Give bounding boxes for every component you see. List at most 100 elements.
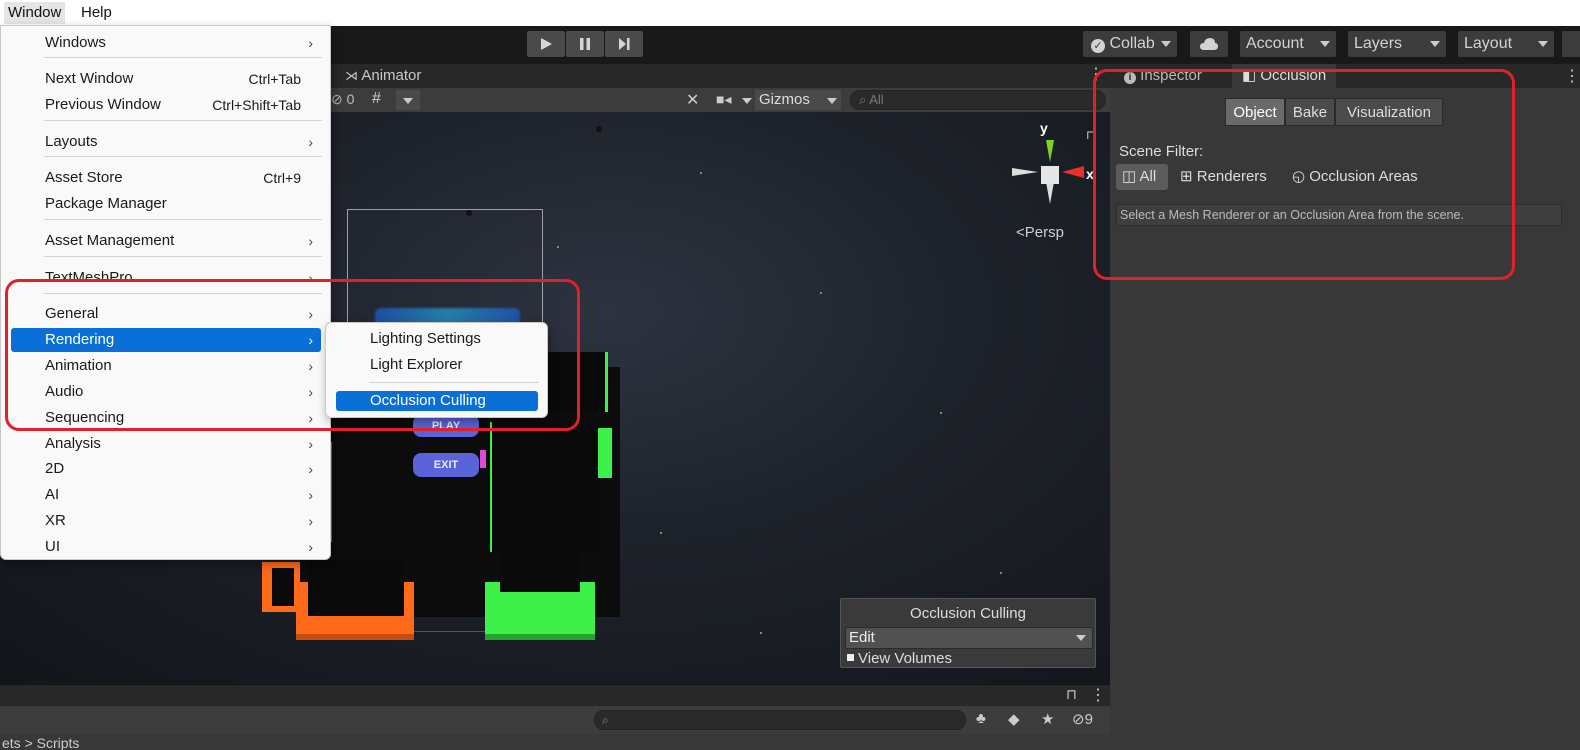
menu-item-label: Analysis [45, 435, 101, 452]
step-button[interactable] [605, 31, 643, 57]
menu-item-textmeshpro[interactable]: TextMeshPro › [11, 266, 321, 280]
occlusion-area-icon: ◵ [1292, 168, 1306, 185]
persp-toggle[interactable]: <Persp [1016, 224, 1064, 241]
project-tab-bar: ⊓ ⋮ [0, 684, 1110, 706]
more-options-icon[interactable]: ⋮ [1088, 66, 1104, 84]
more-options-icon[interactable]: ⋮ [1564, 66, 1580, 86]
segment-bake[interactable]: Bake [1285, 98, 1335, 126]
menu-item-ui[interactable]: UI › [11, 535, 321, 559]
hidden-packages-toggle[interactable]: ⊘9 [1072, 710, 1093, 728]
play-button[interactable] [527, 31, 565, 57]
filter-by-type-icon[interactable]: ♣ [976, 710, 986, 727]
star [820, 292, 822, 294]
chevron-right-icon: › [308, 384, 313, 400]
menu-item-label: 2D [45, 460, 65, 477]
filter-all-button[interactable]: ◫ All [1116, 164, 1168, 190]
overlay-title: Occlusion Culling [910, 605, 1026, 622]
menu-item-animation[interactable]: Animation › [11, 354, 321, 378]
menu-item-label: Asset Store [45, 169, 123, 186]
chevron-right-icon: › [308, 134, 313, 150]
grid-icon[interactable]: # [372, 90, 381, 108]
star [700, 172, 702, 174]
pause-button[interactable] [566, 31, 604, 57]
more-options-icon[interactable]: ⋮ [1090, 685, 1106, 705]
animator-icon: ⋊ [345, 68, 358, 83]
menu-item-package-manager[interactable]: Package Manager [11, 192, 321, 216]
menu-item-layouts[interactable]: Layouts › [11, 130, 321, 154]
camera-dropdown[interactable] [740, 90, 754, 110]
submenu-item-light-explorer[interactable]: Light Explorer [336, 355, 538, 375]
breadcrumb[interactable]: ets > Scripts [2, 736, 79, 750]
layers-dropdown[interactable]: Layers [1348, 31, 1446, 57]
tools-icon[interactable]: ✕ [686, 90, 699, 110]
search-placeholder: All [869, 92, 884, 107]
menu-item-asset-store[interactable]: Asset Store Ctrl+9 [11, 166, 321, 190]
chevron-right-icon: › [308, 270, 313, 280]
rendering-submenu: Lighting Settings Light Explorer Occlusi… [325, 322, 548, 418]
menu-item-analysis[interactable]: Analysis › [11, 432, 321, 456]
menu-help[interactable]: Help [77, 4, 116, 21]
separator [44, 120, 322, 121]
separator [44, 57, 322, 58]
chevron-right-icon: › [308, 436, 313, 452]
scene-object [596, 126, 602, 132]
menu-item-label: TextMeshPro [45, 269, 133, 280]
star [557, 246, 559, 248]
tab-occlusion[interactable]: ◧ Occlusion [1232, 64, 1337, 88]
collab-button[interactable]: ✓ Collab [1083, 31, 1177, 57]
menu-item-ai[interactable]: AI › [11, 483, 321, 507]
chevron-down-icon [1320, 41, 1330, 47]
menu-item-xr[interactable]: XR › [11, 509, 321, 533]
hidden-packages-count: 9 [1084, 711, 1093, 728]
lock-icon[interactable]: ⊓ [1086, 128, 1095, 142]
project-search-input[interactable]: ⌕ [594, 710, 966, 730]
menu-item-label: Package Manager [45, 195, 167, 212]
grid-dropdown[interactable] [396, 90, 420, 110]
favorites-star-icon[interactable]: ★ [1041, 710, 1054, 728]
submenu-item-lighting-settings[interactable]: Lighting Settings [336, 329, 538, 349]
menu-item-windows[interactable]: Windows › [11, 31, 321, 55]
menu-item-rendering[interactable]: Rendering › [11, 328, 321, 352]
menu-item-asset-management[interactable]: Asset Management › [11, 229, 321, 253]
menu-item-2d[interactable]: 2D › [11, 457, 321, 481]
gizmos-label: Gizmos [759, 91, 810, 108]
filter-by-label-icon[interactable]: ◆ [1008, 710, 1020, 728]
info-icon: i [1124, 72, 1136, 84]
scene-exit-button: EXIT [413, 453, 479, 477]
separator [369, 382, 539, 383]
scene-filter-label: Scene Filter: [1119, 143, 1204, 160]
submenu-item-label: Lighting Settings [370, 330, 481, 347]
segment-visualization[interactable]: Visualization [1335, 98, 1443, 126]
tab-animator[interactable]: ⋊ Animator [345, 67, 421, 84]
filter-occlusion-areas-button[interactable]: ◵ Occlusion Areas [1292, 164, 1418, 190]
lock-icon[interactable]: ⊓ [1066, 686, 1077, 703]
layout-dropdown[interactable]: Layout [1458, 31, 1554, 57]
scene-visibility-toggle[interactable]: ⊘ 0 [331, 91, 354, 108]
camera-icon[interactable]: ■◂ [716, 91, 731, 108]
star [1000, 572, 1002, 574]
layers-label: Layers [1354, 35, 1403, 52]
overlay-mode-dropdown[interactable]: Edit [845, 627, 1093, 649]
cloud-button[interactable] [1190, 31, 1228, 57]
breadcrumb-bar: ets > Scripts [0, 734, 1110, 750]
menu-window[interactable]: Window [4, 2, 66, 24]
menu-item-audio[interactable]: Audio › [11, 380, 321, 404]
occlusion-culling-overlay: Occlusion Culling Edit View Volumes [840, 598, 1096, 668]
segment-object[interactable]: Object [1225, 98, 1285, 126]
scene-search-input[interactable]: ⌕ All [850, 90, 1106, 110]
gizmos-dropdown[interactable]: Gizmos [755, 90, 841, 110]
menu-item-sequencing[interactable]: Sequencing › [11, 406, 321, 430]
menu-item-previous-window[interactable]: Previous Window Ctrl+Shift+Tab [11, 93, 321, 117]
submenu-item-label: Occlusion Culling [370, 392, 486, 409]
filter-renderers-button[interactable]: ⊞ Renderers [1180, 164, 1267, 190]
persp-label: Persp [1024, 224, 1064, 241]
account-dropdown[interactable]: Account [1240, 31, 1336, 57]
menu-item-next-window[interactable]: Next Window Ctrl+Tab [11, 67, 321, 91]
submenu-item-occlusion-culling[interactable]: Occlusion Culling [336, 391, 538, 411]
separator [44, 156, 322, 157]
view-volumes-toggle[interactable]: View Volumes [847, 650, 952, 667]
menu-item-general[interactable]: General › [11, 302, 321, 326]
tab-inspector[interactable]: i Inspector [1114, 64, 1212, 88]
separator [44, 293, 322, 294]
filter-renderers-label: Renderers [1196, 168, 1267, 185]
